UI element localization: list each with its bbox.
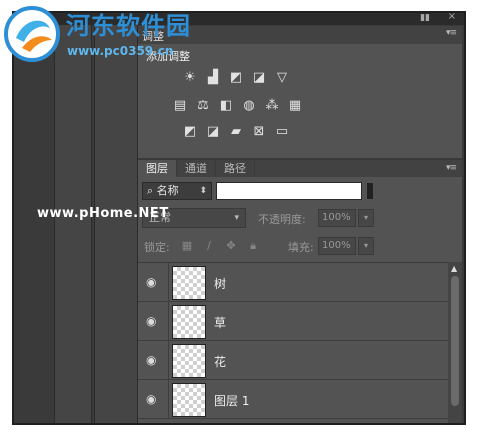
search-icon: ⌕ — [147, 184, 154, 197]
adjustment-icons-row-3: ◩ ◪ ▰ ⊠ ▭ — [182, 124, 290, 140]
site-logo — [4, 6, 60, 62]
lock-transparent-icon[interactable]: ▦ — [180, 239, 194, 253]
layer-row[interactable]: ◉ 图层 1 — [138, 380, 448, 419]
exposure-icon[interactable]: ◪ — [251, 70, 267, 86]
scroll-up-icon[interactable]: ▲ — [451, 264, 457, 273]
eye-icon[interactable]: ◉ — [146, 314, 156, 328]
gradient-map-icon[interactable]: ▭ — [274, 124, 290, 140]
lock-row: 锁定: ▦ ∕ ✥ 🔒︎ 填充: 100% ▾ — [142, 236, 458, 256]
color-lookup-icon[interactable]: ▦ — [287, 98, 303, 114]
lock-icons: ▦ ∕ ✥ 🔒︎ — [180, 239, 260, 253]
fill-label: 填充: — [288, 241, 314, 254]
chevron-down-icon: ▾ — [234, 213, 239, 223]
adjustments-panel: 调整 ▾≡ 添加调整 ☀ ▟ ◩ ◪ ▽ ▤ ⚖ ◧ ◍ ⁂ ▦ ◩ ◪ ▰ ⊠… — [138, 26, 462, 158]
site-name: 河东软件园 — [66, 12, 191, 40]
collapse-icon[interactable]: ▮▮ — [420, 13, 430, 23]
center-watermark: www.pHome.NET — [37, 206, 169, 221]
tab-layers[interactable]: 图层 — [138, 160, 177, 177]
tab-channels[interactable]: 通道 — [177, 160, 216, 177]
invert-icon[interactable]: ◩ — [182, 124, 198, 140]
lock-label: 锁定: — [144, 241, 170, 254]
vibrance-icon[interactable]: ▽ — [274, 70, 290, 86]
black-white-icon[interactable]: ◧ — [218, 98, 234, 114]
color-balance-icon[interactable]: ⚖ — [195, 98, 211, 114]
adjustment-icons-row-2: ▤ ⚖ ◧ ◍ ⁂ ▦ — [172, 98, 303, 114]
eye-icon[interactable]: ◉ — [146, 275, 156, 289]
panel-menu-icon[interactable]: ▾≡ — [446, 28, 457, 38]
lock-image-icon[interactable]: ∕ — [202, 239, 216, 253]
layer-list: ◉ 树 ◉ 草 ◉ 花 ◉ 图层 1 — [138, 262, 448, 423]
layer-name: 图层 1 — [214, 394, 250, 408]
blend-row: 正常 ▾ 不透明度: 100% ▾ — [142, 208, 458, 228]
layer-name: 草 — [214, 316, 227, 330]
row-divider — [168, 380, 169, 418]
hue-saturation-icon[interactable]: ▤ — [172, 98, 188, 114]
selective-color-icon[interactable]: ⊠ — [251, 124, 267, 140]
fill-dropdown-button[interactable]: ▾ — [358, 237, 374, 255]
lock-all-icon[interactable]: 🔒︎ — [246, 239, 260, 253]
tab-paths[interactable]: 路径 — [216, 160, 255, 177]
filter-toggle[interactable] — [366, 182, 374, 200]
opacity-dropdown-button[interactable]: ▾ — [358, 209, 374, 227]
adjustment-icons-row-1: ☀ ▟ ◩ ◪ ▽ — [182, 70, 290, 86]
row-divider — [168, 341, 169, 379]
layers-tabbar: 图层 通道 路径 ▾≡ — [138, 160, 462, 177]
eye-icon[interactable]: ◉ — [146, 392, 156, 406]
layer-row[interactable]: ◉ 花 — [138, 341, 448, 380]
levels-icon[interactable]: ▟ — [205, 70, 221, 86]
lock-position-icon[interactable]: ✥ — [224, 239, 238, 253]
channel-mixer-icon[interactable]: ⁂ — [264, 98, 280, 114]
stepper-icon: ⬍ — [199, 186, 207, 196]
close-icon[interactable]: × — [448, 11, 456, 22]
layer-thumbnail — [172, 344, 206, 378]
layers-scrollbar[interactable]: ▲ — [448, 262, 462, 423]
scroll-thumb[interactable] — [451, 276, 459, 406]
layer-row[interactable]: ◉ 树 — [138, 263, 448, 302]
brightness-contrast-icon[interactable]: ☀ — [182, 70, 198, 86]
filter-kind-label: 名称 — [156, 184, 179, 197]
threshold-icon[interactable]: ▰ — [228, 124, 244, 140]
layers-panel: 图层 通道 路径 ▾≡ ⌕ 名称 ⬍ 正常 ▾ 不透明度: 100% ▾ 锁定: — [138, 160, 462, 423]
layer-thumbnail — [172, 383, 206, 417]
layer-row[interactable]: ◉ 草 — [138, 302, 448, 341]
filter-kind-select[interactable]: ⌕ 名称 ⬍ — [142, 182, 212, 200]
eye-icon[interactable]: ◉ — [146, 353, 156, 367]
opacity-label: 不透明度: — [258, 213, 306, 226]
site-url: www.pc0359.cn — [67, 44, 174, 58]
row-divider — [168, 263, 169, 301]
filter-input[interactable] — [216, 182, 362, 200]
panel-menu-icon[interactable]: ▾≡ — [446, 163, 457, 173]
row-divider — [168, 302, 169, 340]
posterize-icon[interactable]: ◪ — [205, 124, 221, 140]
layer-name: 花 — [214, 355, 227, 369]
photo-filter-icon[interactable]: ◍ — [241, 98, 257, 114]
fill-input[interactable]: 100% — [318, 237, 356, 255]
curves-icon[interactable]: ◩ — [228, 70, 244, 86]
layer-thumbnail — [172, 305, 206, 339]
opacity-input[interactable]: 100% — [318, 209, 356, 227]
layer-name: 树 — [214, 277, 227, 291]
layer-thumbnail — [172, 266, 206, 300]
